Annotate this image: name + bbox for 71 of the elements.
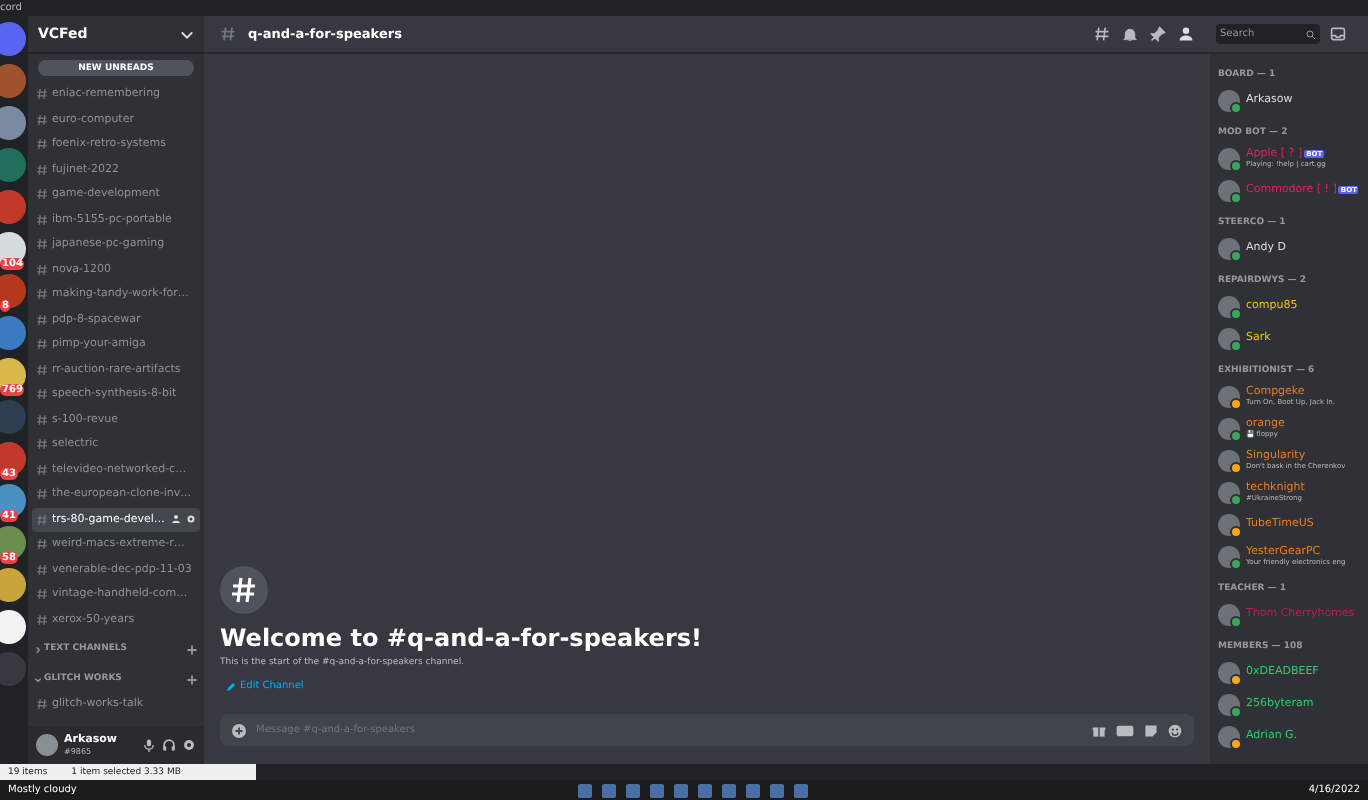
- welcome-title: Welcome to #q-and-a-for-speakers!: [220, 624, 704, 652]
- avatar[interactable]: [1218, 295, 1240, 317]
- microphone-icon[interactable]: [142, 738, 156, 752]
- server-icon[interactable]: [0, 274, 26, 308]
- add-icon[interactable]: [232, 723, 246, 737]
- avatar[interactable]: [1218, 513, 1240, 535]
- add-channel-icon[interactable]: [186, 643, 198, 655]
- avatar[interactable]: [1218, 179, 1240, 201]
- settings-icon[interactable]: [182, 738, 196, 752]
- sticker-icon[interactable]: [1144, 723, 1158, 737]
- hash-icon: [36, 163, 48, 176]
- gif-icon[interactable]: [1116, 723, 1134, 737]
- hash-icon: [36, 698, 48, 711]
- hash-icon: [36, 213, 48, 226]
- server-icon[interactable]: [0, 610, 26, 644]
- avatar[interactable]: [1218, 603, 1240, 625]
- pin-icon[interactable]: [1150, 26, 1166, 42]
- hash-icon: [36, 238, 48, 251]
- hash-icon: [36, 438, 48, 451]
- hash-icon: [220, 566, 268, 614]
- avatar[interactable]: [1218, 661, 1240, 683]
- avatar[interactable]: [1218, 417, 1240, 439]
- hash-icon: [36, 188, 48, 201]
- headphones-icon[interactable]: [162, 738, 176, 752]
- avatar[interactable]: [36, 734, 58, 756]
- avatar[interactable]: [1218, 385, 1240, 407]
- avatar[interactable]: [1218, 449, 1240, 471]
- hash-icon: [36, 88, 48, 101]
- bell-icon[interactable]: [1122, 26, 1138, 42]
- hash-icon: [36, 288, 48, 301]
- avatar[interactable]: [1218, 725, 1240, 747]
- hash-icon: [36, 138, 48, 151]
- threads-icon[interactable]: [1094, 26, 1110, 42]
- avatar[interactable]: [1218, 237, 1240, 259]
- inbox-icon[interactable]: [1330, 26, 1346, 42]
- avatar[interactable]: [1218, 481, 1240, 503]
- settings-icon[interactable]: [186, 514, 196, 525]
- gift-icon[interactable]: [1092, 723, 1106, 737]
- hash-icon: [36, 388, 48, 401]
- hash-icon: [36, 563, 48, 576]
- server-icon[interactable]: [0, 358, 26, 392]
- hash-icon: [36, 513, 48, 526]
- server-icon[interactable]: [0, 526, 26, 560]
- chevron-icon: [180, 29, 194, 39]
- avatar[interactable]: [1218, 545, 1240, 567]
- hash-icon: [36, 338, 48, 351]
- hash-icon: [36, 263, 48, 276]
- avatar[interactable]: [1218, 327, 1240, 349]
- hash-icon: [36, 488, 48, 501]
- search-icon: [1306, 29, 1316, 39]
- hash-icon: [36, 113, 48, 126]
- emoji-icon[interactable]: [1168, 723, 1182, 737]
- server-icon[interactable]: [0, 568, 26, 602]
- pencil-icon: [226, 681, 236, 691]
- avatar[interactable]: [1218, 693, 1240, 715]
- members-icon[interactable]: [1178, 26, 1194, 42]
- server-icon[interactable]: [0, 484, 26, 518]
- hash-icon: [36, 463, 48, 476]
- hash-icon: [36, 363, 48, 376]
- server-icon[interactable]: [0, 232, 26, 266]
- hash-icon: [36, 313, 48, 326]
- hash-icon: [36, 538, 48, 551]
- hash-icon: [36, 613, 48, 626]
- avatar[interactable]: [1218, 147, 1240, 169]
- add-channel-icon[interactable]: [186, 673, 198, 685]
- hash-icon: [36, 588, 48, 601]
- hash-icon: [220, 26, 236, 42]
- avatar[interactable]: [1218, 89, 1240, 111]
- server-icon[interactable]: [0, 442, 26, 476]
- add-member-icon[interactable]: [172, 514, 182, 525]
- hash-icon: [36, 413, 48, 426]
